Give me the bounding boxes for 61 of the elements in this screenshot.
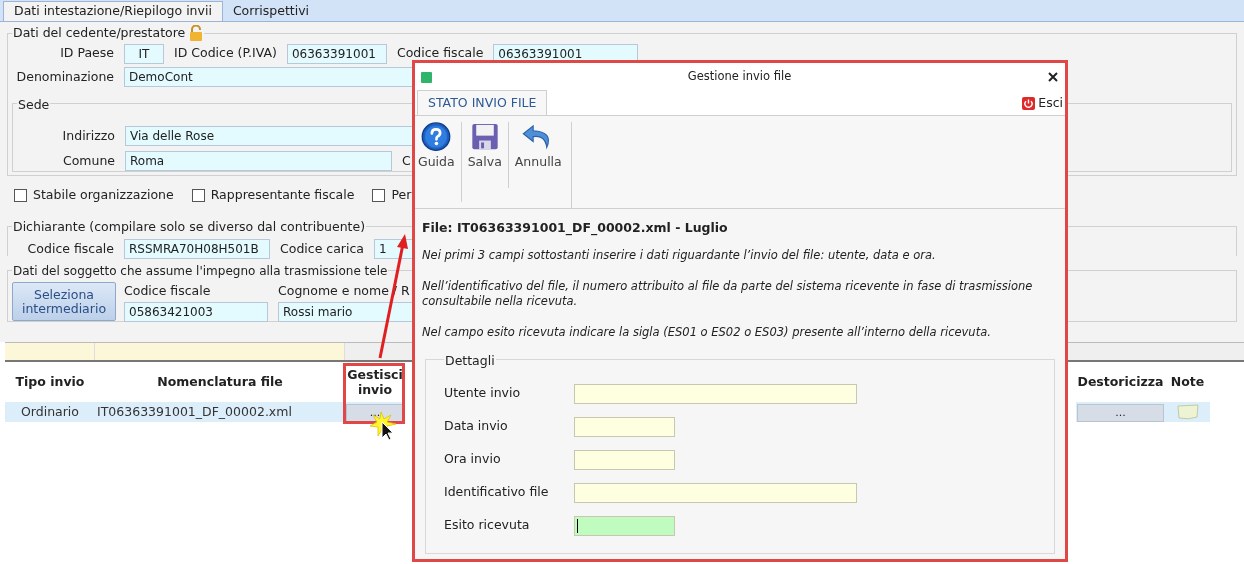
field-label: ID Paese (59, 44, 114, 63)
mouse-cursor-icon (368, 410, 398, 440)
field-label: Ora invio (444, 450, 502, 469)
filter-cell[interactable] (5, 343, 95, 360)
section-title: Dettagli (445, 352, 495, 368)
column-header: Destoricizza (1076, 372, 1165, 391)
app-icon (421, 71, 432, 83)
checkbox[interactable] (372, 188, 386, 202)
tab[interactable]: Corrispettivi (222, 1, 320, 21)
text-field[interactable]: 05863421003 (124, 301, 268, 322)
field-label: Utente invio (444, 384, 522, 403)
filter-cell[interactable] (95, 343, 345, 360)
field-label: Esito ricevuta (444, 516, 531, 535)
column-header: Tipo invio (14, 372, 86, 391)
field-label: Codice fiscale (396, 44, 484, 63)
file-title: File: IT06363391001_DF_00002.xml - Luglio (422, 219, 729, 238)
section-title: Sede (18, 96, 50, 112)
text-field[interactable]: IT (124, 43, 164, 64)
input-field[interactable] (574, 515, 675, 536)
section-title: Dati del soggetto che assume l'impegno alla trasmissione tele (13, 264, 388, 278)
field-label: Denominazione (15, 67, 114, 86)
field-label: ID Codice (P.IVA) (174, 44, 277, 63)
power-icon (1022, 96, 1036, 110)
field-label: Identificativo file (444, 483, 550, 502)
note-icon (1174, 404, 1201, 420)
tab[interactable]: Dati intestazione/Riepilogo invii (3, 1, 223, 21)
field-label: Codice fiscale (26, 239, 114, 258)
field-label: Codice fiscale (124, 282, 212, 300)
padlock-icon (189, 25, 204, 42)
exit-button[interactable]: Esci (1022, 93, 1063, 113)
field-label: C (402, 151, 411, 170)
select-intermediary-button[interactable]: Seleziona intermediario (12, 282, 116, 321)
checkbox[interactable] (14, 188, 27, 202)
checkbox[interactable] (191, 188, 205, 202)
field-label: Comune (61, 151, 115, 170)
field-label: Indirizzo (61, 126, 115, 145)
tab[interactable]: STATO INVIO FILE (417, 90, 548, 115)
table-cell: IT06363391001_DF_00002.xml (95, 402, 345, 422)
input-field[interactable] (574, 383, 857, 404)
section-title: Dichiarante (compilare solo se diverso dal contribuente) (13, 219, 366, 234)
checkbox-label: Per (391, 185, 412, 204)
table-cell: Ordinario (5, 402, 95, 422)
input-field[interactable] (574, 416, 675, 437)
checkbox-label: Stabile organizzazione (33, 185, 174, 204)
input-field[interactable] (574, 449, 675, 470)
instruction-text: Nel campo esito ricevuta indicare la sigla (ES01 o ES02 o ES03) presente all’interno della ricevuta. (422, 324, 992, 340)
close-icon[interactable] (1047, 71, 1059, 83)
dialog-title: Gestione invio file (686, 68, 793, 86)
column-header: Note (1169, 372, 1206, 391)
text-field[interactable]: 06363391001 (286, 43, 387, 64)
column-header: Gestisci invio (346, 367, 404, 397)
text-field[interactable]: Roma (125, 151, 392, 172)
field-label: Codice carica (280, 239, 364, 258)
checkbox-label: Rappresentante fiscale (210, 185, 355, 204)
ellipsis-button[interactable]: ... (1077, 404, 1164, 422)
text-field[interactable]: RSSMRA70H08H501B (124, 239, 270, 259)
column-header: Nomenclatura file (156, 372, 284, 391)
field-label: Data invio (444, 417, 509, 436)
section-title: Dati del cedente/prestatore (13, 24, 186, 42)
help-icon (420, 122, 453, 152)
input-field[interactable] (574, 482, 857, 503)
